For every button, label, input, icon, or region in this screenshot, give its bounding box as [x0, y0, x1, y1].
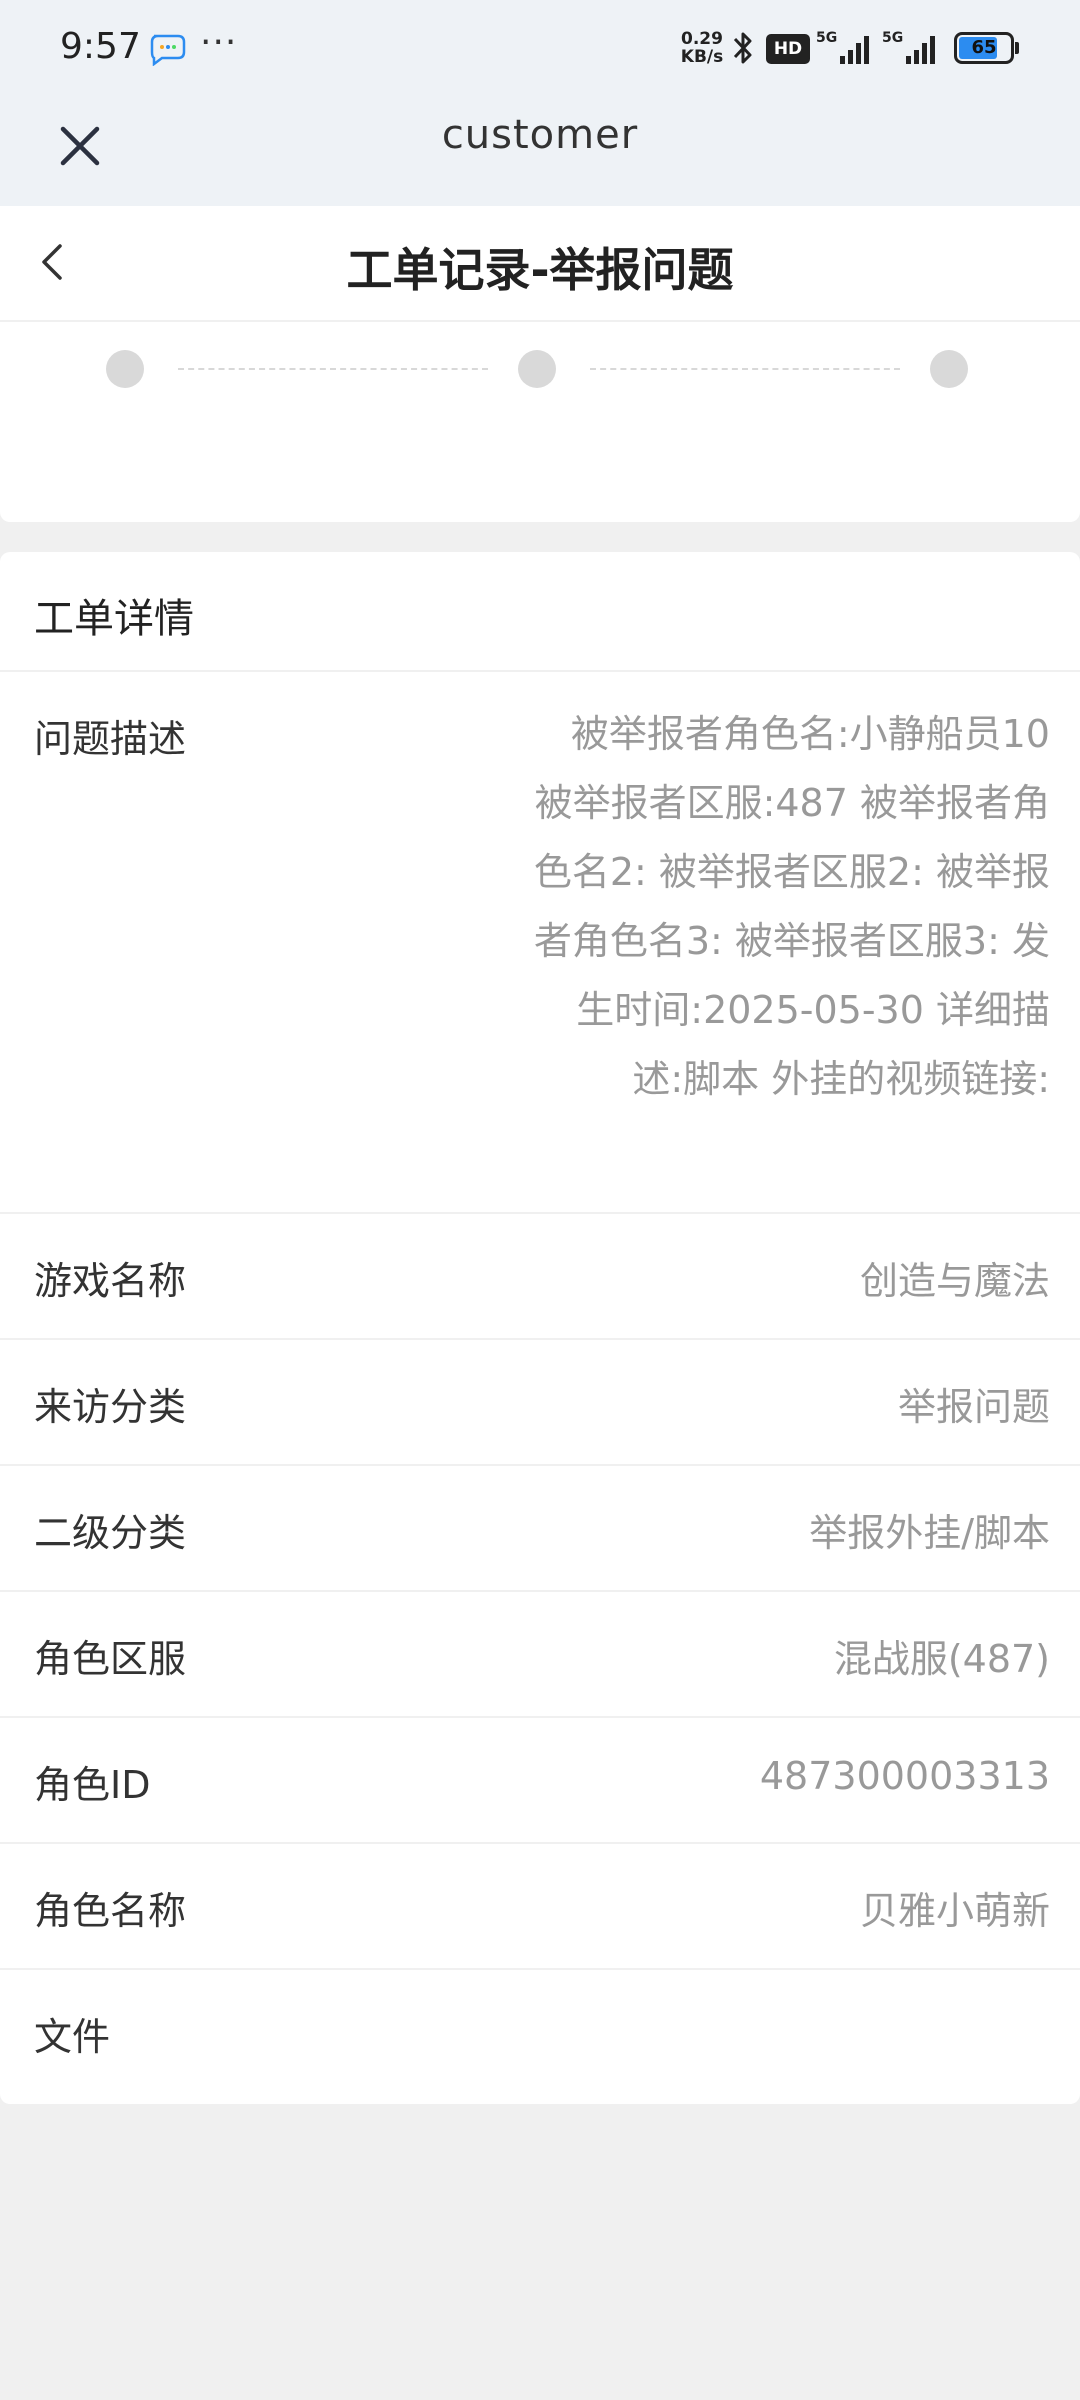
ticket-details-card: 工单详情 问题描述 被举报者角色名:小静船员10 被举报者区服:487 被举报者…	[0, 552, 1080, 2104]
divider	[0, 670, 1080, 672]
row-label-visit-category: 来访分类	[34, 1385, 187, 1429]
row-value-game-name: 创造与魔法	[859, 1259, 1050, 1303]
section-title: 工单详情	[34, 596, 194, 642]
row-label-role-id: 角色ID	[34, 1763, 151, 1807]
top-area: 9:57 ··· 0.29 KB/s HD 5G 5G 65 customer	[0, 0, 1080, 206]
chat-bubble-icon	[150, 34, 186, 66]
signal-icon: 5G	[816, 30, 869, 64]
webview-bar: customer	[0, 96, 1080, 206]
row-value-visit-category: 举报问题	[897, 1385, 1050, 1429]
hd-icon: HD	[766, 34, 810, 64]
divider	[0, 1464, 1080, 1466]
step-dot	[930, 350, 968, 388]
step-dot	[518, 350, 556, 388]
signal2-label: 5G	[882, 30, 903, 46]
net-speed-value: 0.29	[681, 29, 723, 49]
row-value-sub-category: 举报外挂/脚本	[809, 1511, 1050, 1555]
step-dot	[106, 350, 144, 388]
description-label: 问题描述	[34, 717, 187, 761]
row-label-server: 角色区服	[34, 1637, 187, 1681]
status-bar: 9:57 ··· 0.29 KB/s HD 5G 5G 65	[0, 0, 1080, 96]
status-time: 9:57	[60, 26, 141, 67]
signal-icon: 5G	[882, 30, 935, 64]
net-speed: 0.29 KB/s	[672, 30, 732, 66]
row-value-server: 混战服(487)	[833, 1637, 1050, 1681]
progress-steps	[0, 322, 1080, 522]
battery-level: 65	[971, 37, 997, 58]
bluetooth-icon	[733, 32, 752, 64]
row-label-game-name: 游戏名称	[34, 1259, 187, 1303]
row-value-role-id: 487300003313	[759, 1754, 1050, 1798]
divider	[0, 1716, 1080, 1718]
row-label-role-name: 角色名称	[34, 1889, 187, 1933]
row-value-role-name: 贝雅小萌新	[859, 1889, 1050, 1933]
signal1-label: 5G	[816, 30, 837, 46]
step-connector	[178, 368, 488, 370]
net-speed-unit: KB/s	[680, 47, 724, 67]
divider	[0, 1968, 1080, 1970]
description-value: 被举报者角色名:小静船员10 被举报者区服:487 被举报者角色名2: 被举报者…	[533, 712, 1050, 1101]
divider	[0, 1338, 1080, 1340]
webview-title: customer	[441, 112, 639, 158]
step-connector	[590, 368, 900, 370]
divider	[0, 1590, 1080, 1592]
row-label-file: 文件	[34, 2015, 111, 2059]
page-title: 工单记录-举报问题	[346, 243, 734, 297]
page-header: 工单记录-举报问题	[0, 206, 1080, 320]
row-label-sub-category: 二级分类	[34, 1511, 187, 1555]
divider	[0, 1212, 1080, 1214]
more-dots-icon: ···	[200, 22, 238, 63]
battery-icon: 65	[954, 32, 1020, 64]
divider	[0, 1842, 1080, 1844]
